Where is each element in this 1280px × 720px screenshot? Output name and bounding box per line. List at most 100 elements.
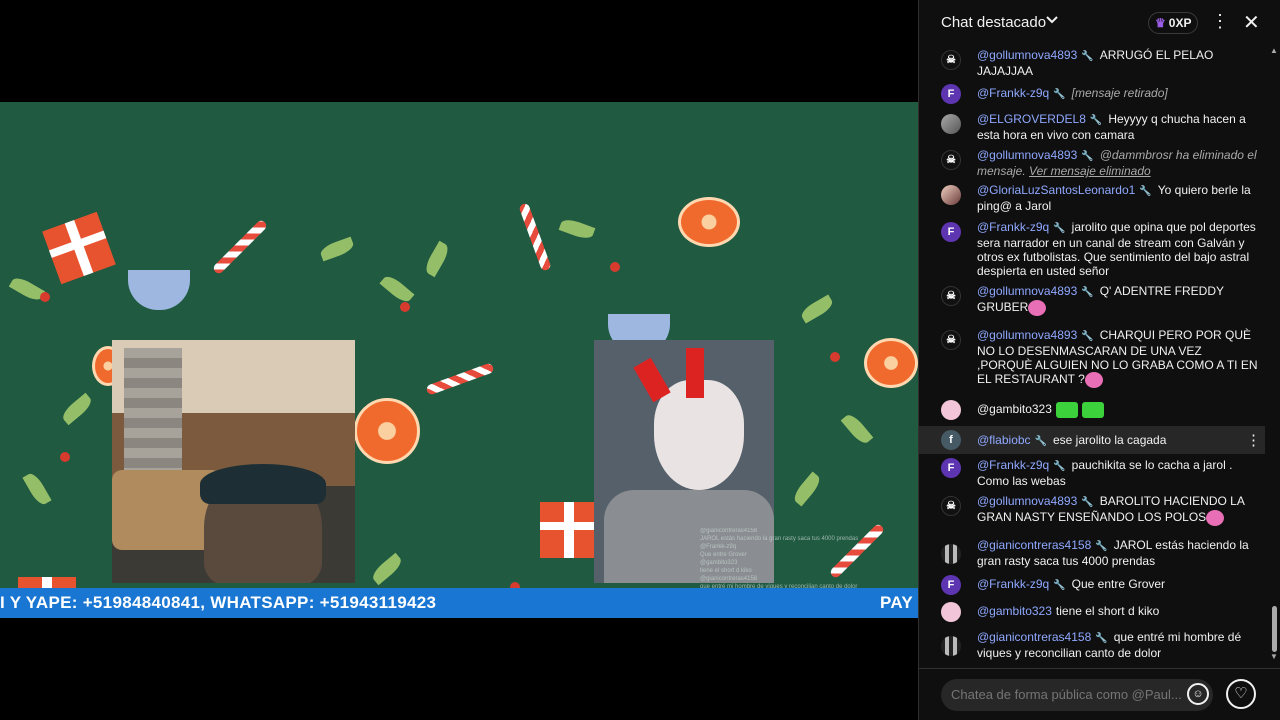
scroll-thumb[interactable] bbox=[1272, 606, 1277, 652]
overlay-line: JAROL estás haciendo la gran rasty saca … bbox=[700, 536, 859, 542]
chat-input[interactable] bbox=[941, 679, 1213, 711]
author-name[interactable]: @Frankk-z9q bbox=[977, 458, 1049, 472]
avatar[interactable]: ☠ bbox=[941, 286, 961, 306]
message-body: @ELGROVERDEL8 🔧 Heyyyy q chucha hacen a es… bbox=[977, 112, 1259, 142]
message-text: Que entre Grover bbox=[1071, 577, 1166, 591]
scroll-down-icon[interactable]: ▼ bbox=[1270, 652, 1278, 661]
wrench-icon: 🔧 bbox=[1053, 461, 1066, 472]
berry bbox=[400, 302, 410, 312]
author-name[interactable]: @gollumnova4893 bbox=[977, 494, 1077, 508]
avatar[interactable]: ☠ bbox=[941, 150, 961, 170]
message-body: @gollumnova4893 🔧 Q' ADENTRE FREDDY GRUBER bbox=[977, 284, 1259, 316]
video-frame[interactable]: @gianicontreras4158 JAROL estás haciendo… bbox=[0, 102, 918, 618]
message-body: @flabiobc 🔧 ese jarolito la cagada bbox=[977, 433, 1259, 449]
leaf bbox=[318, 236, 356, 262]
berry bbox=[60, 452, 70, 462]
avatar[interactable] bbox=[941, 544, 961, 564]
message-text: tiene el short d kiko bbox=[1055, 604, 1160, 618]
more-vert-icon[interactable]: ⋮ bbox=[1211, 11, 1229, 32]
wrench-icon: 🔧 bbox=[1053, 89, 1066, 100]
leaf bbox=[558, 216, 596, 242]
orange-decoration bbox=[864, 338, 918, 388]
avatar[interactable] bbox=[941, 602, 961, 622]
author-name[interactable]: @gollumnova4893 bbox=[977, 148, 1077, 162]
overlay-line: @gianicontreras4158 bbox=[700, 576, 758, 582]
author-name[interactable]: @ELGROVERDEL8 bbox=[977, 112, 1086, 126]
leaf bbox=[369, 552, 405, 586]
payment-ticker: I Y YAPE: +51984840841, WHATSAPP: +51943… bbox=[0, 588, 918, 618]
candy-cane bbox=[518, 202, 552, 272]
avatar[interactable]: F bbox=[941, 222, 961, 242]
avatar[interactable]: ☠ bbox=[941, 330, 961, 350]
chat-footer: ☺ ♡ bbox=[919, 668, 1280, 720]
author-name[interactable]: @gambito323 bbox=[977, 402, 1052, 416]
headset bbox=[200, 464, 326, 504]
wrench-icon: 🔧 bbox=[1081, 331, 1094, 342]
leaf bbox=[379, 272, 415, 306]
chevron-down-icon[interactable] bbox=[1045, 12, 1059, 29]
author-name[interactable]: @gianicontreras4158 bbox=[977, 538, 1091, 552]
scroll-up-icon[interactable]: ▲ bbox=[1270, 46, 1278, 55]
wrench-icon: 🔧 bbox=[1053, 223, 1066, 234]
overlay-line: @Frankk-z9q bbox=[700, 544, 737, 550]
leaf bbox=[59, 392, 95, 426]
gift-decoration bbox=[540, 502, 598, 558]
video-player[interactable]: @gianicontreras4158 JAROL estás haciendo… bbox=[0, 0, 918, 720]
author-name[interactable]: @gianicontreras4158 bbox=[977, 630, 1091, 644]
live-chat-panel: Chat destacado ♛ 0XP ⋮ ✕ ⋮ ☠ @gollumnova… bbox=[918, 0, 1280, 720]
cup-decoration bbox=[128, 270, 190, 310]
author-name[interactable]: @GloriaLuzSantosLeonardo1 bbox=[977, 183, 1135, 197]
xp-badge[interactable]: ♛ 0XP bbox=[1148, 12, 1199, 34]
author-name[interactable]: @Frankk-z9q bbox=[977, 220, 1049, 234]
wrench-icon: 🔧 bbox=[1139, 186, 1152, 197]
avatar[interactable] bbox=[941, 185, 961, 205]
message-body: @GloriaLuzSantosLeonardo1 🔧 Yo quiero berl… bbox=[977, 183, 1259, 213]
author-name[interactable]: @flabiobc bbox=[977, 433, 1031, 447]
avatar[interactable] bbox=[941, 400, 961, 420]
message-body: @Frankk-z9q 🔧 jarolito que opina que pol d… bbox=[977, 220, 1259, 278]
wrench-icon: 🔧 bbox=[1034, 436, 1047, 447]
leaf bbox=[790, 471, 824, 507]
overlay-line: @gambito323 bbox=[700, 560, 738, 566]
emote-icon bbox=[1055, 402, 1078, 418]
avatar[interactable] bbox=[941, 636, 961, 656]
xp-value: 0XP bbox=[1168, 16, 1192, 30]
wrench-icon: 🔧 bbox=[1081, 497, 1094, 508]
chat-message-list[interactable]: ⋮ ☠ @gollumnova4893 🔧 ARRUGÓ EL PELAO JAJA… bbox=[919, 46, 1269, 668]
avatar[interactable]: F bbox=[941, 575, 961, 595]
author-name[interactable]: @gollumnova4893 bbox=[977, 328, 1077, 342]
message-text: ese jarolito la cagada bbox=[1053, 433, 1167, 447]
avatar[interactable]: ☠ bbox=[941, 496, 961, 516]
berry bbox=[610, 262, 620, 272]
chat-mode-title[interactable]: Chat destacado bbox=[941, 14, 1046, 31]
leaf bbox=[422, 240, 452, 278]
candy-cane bbox=[425, 362, 495, 396]
author-name[interactable]: @Frankk-z9q bbox=[977, 86, 1049, 100]
wrench-icon: 🔧 bbox=[1081, 151, 1094, 162]
wrench-icon: 🔧 bbox=[1081, 287, 1094, 298]
overlay-line: tiene el short d kiko bbox=[700, 568, 752, 574]
avatar[interactable]: f bbox=[941, 430, 961, 450]
leaf bbox=[22, 470, 52, 508]
emote-icon bbox=[1206, 510, 1225, 526]
emoji-icon[interactable]: ☺ bbox=[1187, 683, 1209, 705]
avatar[interactable]: F bbox=[941, 84, 961, 104]
avatar[interactable]: ☠ bbox=[941, 50, 961, 70]
author-name[interactable]: @gambito323 bbox=[977, 604, 1052, 618]
avatar[interactable] bbox=[941, 114, 961, 134]
orange-decoration bbox=[678, 197, 740, 247]
message-removed: [mensaje retirado] bbox=[1071, 86, 1168, 100]
wrench-icon: 🔧 bbox=[1095, 541, 1108, 552]
emote-icon bbox=[1081, 402, 1104, 418]
author-name[interactable]: @gollumnova4893 bbox=[977, 284, 1077, 298]
view-deleted-link[interactable]: Ver mensaje eliminado bbox=[1029, 164, 1151, 178]
message-body: @gollumnova4893 🔧 BAROLITO HACIENDO LA GRA… bbox=[977, 494, 1259, 526]
berry bbox=[830, 352, 840, 362]
chat-scrollbar[interactable]: ▲ ▼ bbox=[1270, 46, 1280, 666]
author-name[interactable]: @Frankk-z9q bbox=[977, 577, 1049, 591]
close-icon[interactable]: ✕ bbox=[1243, 10, 1260, 35]
avatar[interactable]: F bbox=[941, 458, 961, 478]
heart-icon[interactable]: ♡ bbox=[1226, 679, 1256, 709]
author-name[interactable]: @gollumnova4893 bbox=[977, 48, 1077, 62]
mask-horn bbox=[686, 348, 704, 398]
